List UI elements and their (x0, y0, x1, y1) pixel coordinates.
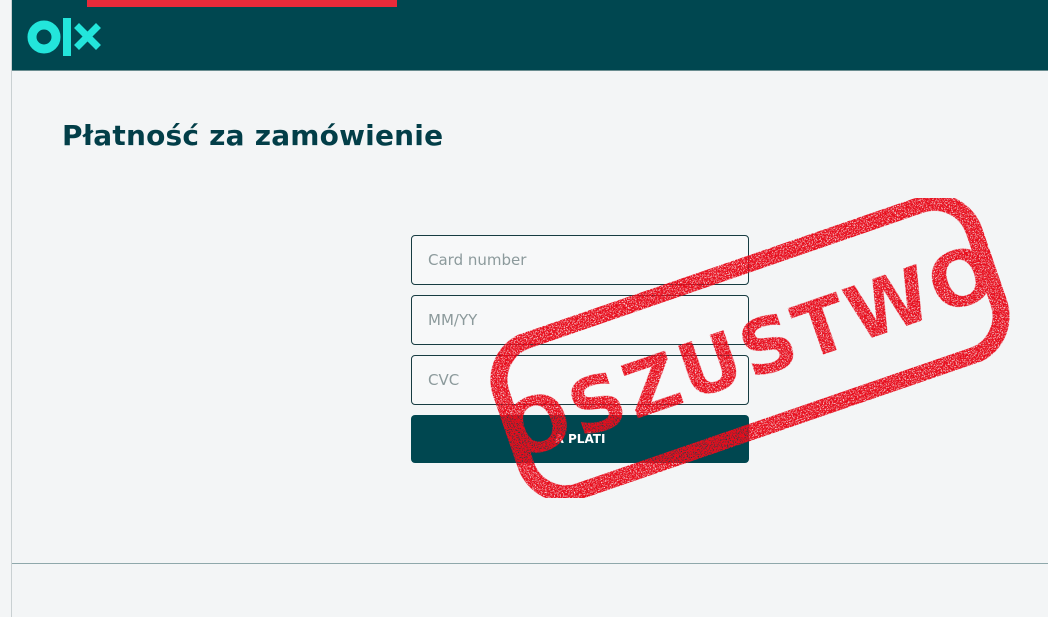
cvc-input[interactable] (411, 355, 749, 405)
pay-button[interactable]: A PLĂTI (411, 415, 749, 463)
card-number-input[interactable] (411, 235, 749, 285)
warning-strip (87, 0, 397, 7)
page-left-border (11, 0, 12, 617)
site-header (12, 0, 1048, 71)
expiry-date-input[interactable] (411, 295, 749, 345)
footer-divider (12, 563, 1048, 564)
olx-logo[interactable] (27, 17, 102, 57)
page-title: Płatność za zamówienie (62, 119, 444, 152)
